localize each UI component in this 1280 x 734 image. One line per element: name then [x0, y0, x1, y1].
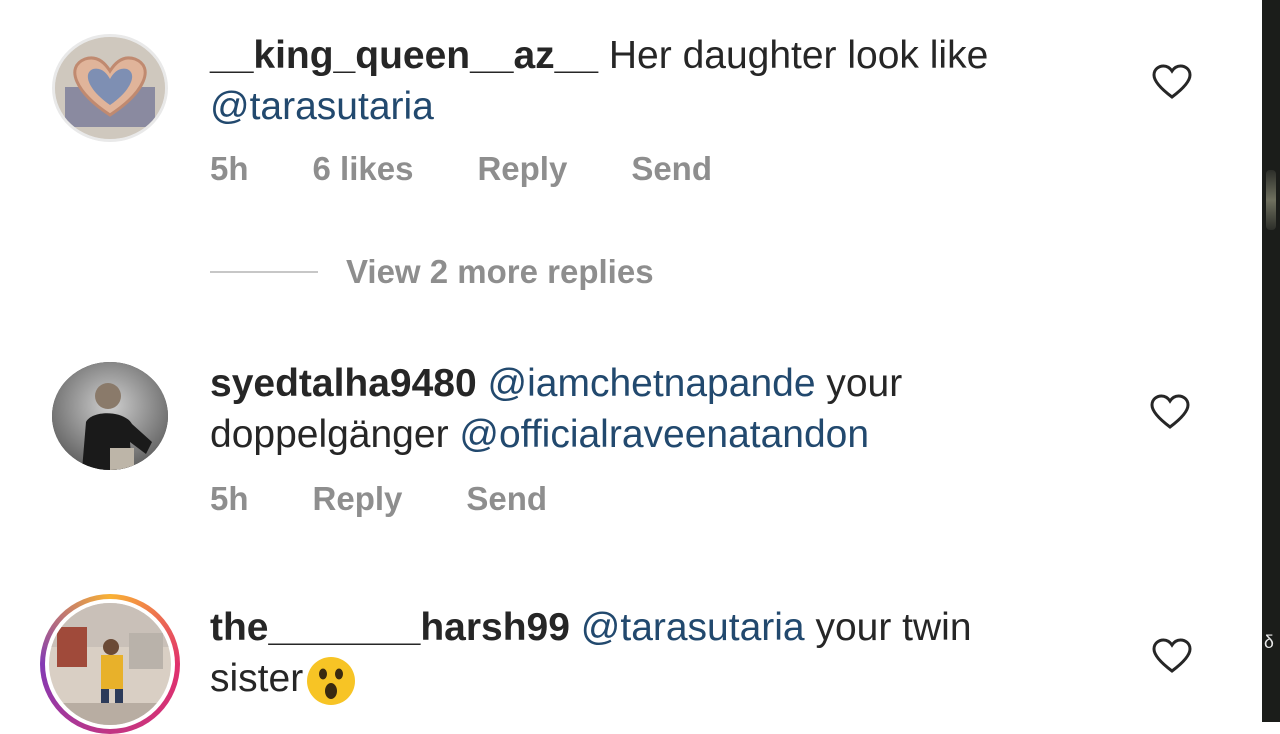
avatar-story-ring[interactable] — [40, 594, 180, 734]
mention-link[interactable]: @officialraveenatandon — [459, 413, 869, 456]
replies-divider — [210, 271, 318, 273]
send-button[interactable]: Send — [631, 150, 712, 188]
avatar[interactable] — [52, 34, 168, 142]
avatar[interactable] — [52, 362, 168, 470]
comment-text: __king_queen__az__ Her daughter look lik… — [210, 30, 1110, 132]
comment-text: syedtalha9480 @iamchetnapande your doppe… — [210, 358, 1110, 460]
send-button[interactable]: Send — [466, 480, 547, 518]
avatar-image — [49, 603, 171, 725]
likes-count[interactable]: 6 likes — [313, 150, 414, 188]
username[interactable]: the_______harsh99 — [210, 606, 570, 649]
comment-meta: 5h Reply Send — [210, 480, 611, 518]
edge-highlight — [1266, 170, 1276, 230]
avatar-image — [55, 37, 165, 139]
mention-link[interactable]: @tarasutaria — [581, 606, 805, 649]
avatar-ring-gap — [45, 599, 175, 729]
comment-body-continued: doppelgänger — [210, 413, 449, 456]
mention-link[interactable]: @iamchetnapande — [488, 362, 816, 405]
comment-body: your twin — [815, 606, 972, 649]
background-video-edge: ᵟ — [1262, 0, 1280, 722]
avatar-image — [52, 362, 168, 470]
username[interactable]: syedtalha9480 — [210, 362, 477, 405]
timestamp: 5h — [210, 480, 249, 517]
comment-text: the_______harsh99 @tarasutaria your twin… — [210, 602, 1110, 707]
comment-body-continued: sister — [210, 657, 304, 700]
reply-button[interactable]: Reply — [313, 480, 403, 518]
view-replies-label[interactable]: View 2 more replies — [346, 253, 654, 291]
astonished-face-emoji — [307, 656, 356, 705]
edge-glyph: ᵟ — [1264, 630, 1274, 660]
comment-meta: 5h 6 likes Reply Send — [210, 150, 776, 188]
reply-button[interactable]: Reply — [477, 150, 567, 188]
heart-outline-icon[interactable] — [1150, 394, 1190, 430]
username[interactable]: __king_queen__az__ — [210, 34, 598, 77]
comment-body: Her daughter look like — [608, 34, 989, 77]
heart-outline-icon[interactable] — [1152, 638, 1192, 674]
view-more-replies[interactable]: View 2 more replies — [210, 253, 654, 291]
timestamp: 5h — [210, 150, 249, 187]
heart-outline-icon[interactable] — [1152, 64, 1192, 100]
comment-body: your — [826, 362, 903, 405]
mention-link[interactable]: @tarasutaria — [210, 85, 434, 128]
